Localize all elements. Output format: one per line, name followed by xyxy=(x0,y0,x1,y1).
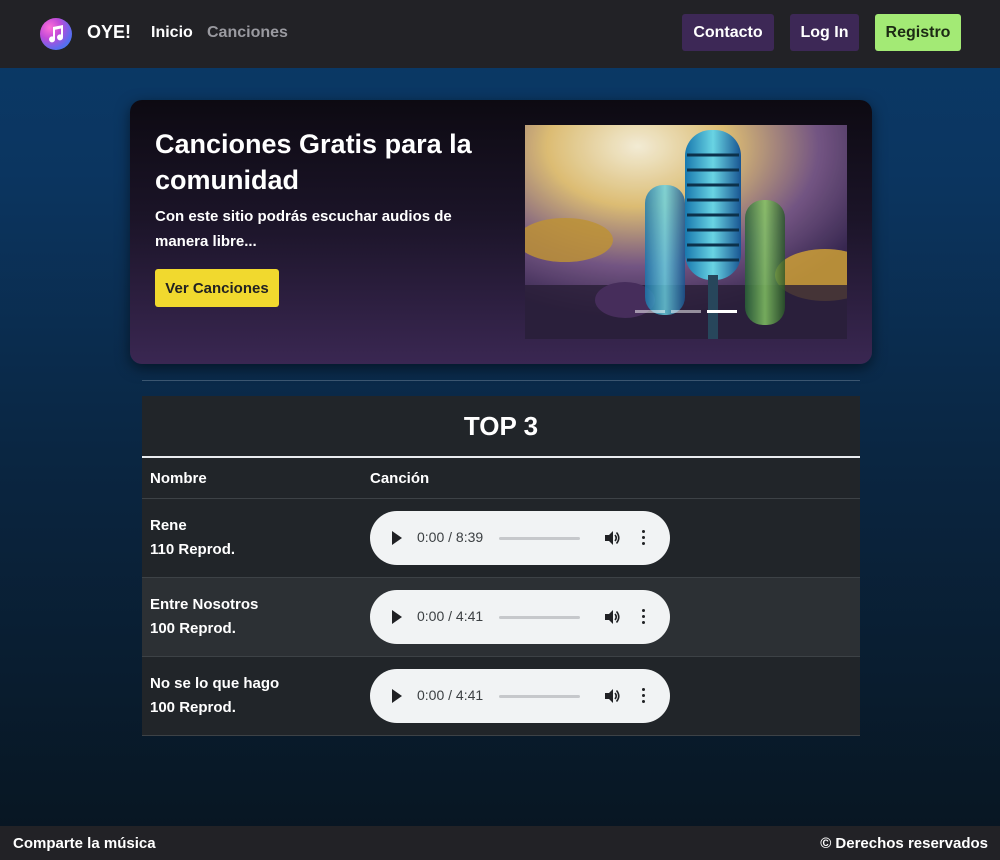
top-songs-table: TOP 3 Nombre Canción Rene 110 Reprod. 0:… xyxy=(142,396,860,736)
navbar: OYE! Inicio Canciones Contacto Log In Re… xyxy=(0,0,1000,68)
song-name: No se lo que hago xyxy=(150,675,280,692)
music-note-logo-icon[interactable] xyxy=(40,18,72,50)
more-options-icon[interactable] xyxy=(642,688,645,706)
audio-time: 0:00 / 4:41 xyxy=(417,608,484,624)
audio-player[interactable]: 0:00 / 4:41 xyxy=(370,590,670,644)
volume-icon[interactable] xyxy=(603,608,621,626)
carousel-indicator-3[interactable] xyxy=(707,310,737,313)
volume-icon[interactable] xyxy=(603,687,621,705)
hero-title: Canciones Gratis para la comunidad xyxy=(155,129,472,195)
nav-link-inicio[interactable]: Inicio xyxy=(151,24,193,42)
audio-progress-track[interactable] xyxy=(499,695,580,698)
section-divider xyxy=(142,380,860,381)
login-button[interactable]: Log In xyxy=(790,14,859,51)
audio-player[interactable]: 0:00 / 8:39 xyxy=(370,511,670,565)
more-options-icon[interactable] xyxy=(642,609,645,627)
play-icon[interactable] xyxy=(392,689,402,703)
header-nombre: Nombre xyxy=(150,469,207,487)
play-icon[interactable] xyxy=(392,610,402,624)
more-options-icon[interactable] xyxy=(642,530,645,548)
footer-tagline: Comparte la música xyxy=(13,834,156,852)
song-info: No se lo que hago 100 Reprod. xyxy=(142,672,370,720)
volume-icon[interactable] xyxy=(603,529,621,547)
play-count: 110 Reprod. xyxy=(150,541,236,558)
registro-button[interactable]: Registro xyxy=(875,14,961,51)
footer: Comparte la música © Derechos reservados xyxy=(0,826,1000,860)
play-count: 100 Reprod. xyxy=(150,620,236,637)
audio-time: 0:00 / 4:41 xyxy=(417,687,484,703)
table-header: Nombre Canción xyxy=(142,458,860,499)
table-row: Entre Nosotros 100 Reprod. 0:00 / 4:41 xyxy=(142,578,860,657)
carousel-indicator-2[interactable] xyxy=(671,310,701,313)
song-name: Rene xyxy=(150,517,187,534)
brand-name[interactable]: OYE! xyxy=(87,22,131,43)
audio-player[interactable]: 0:00 / 4:41 xyxy=(370,669,670,723)
song-info: Entre Nosotros 100 Reprod. xyxy=(142,593,370,641)
header-cancion: Canción xyxy=(370,469,430,487)
microphone-stage-image xyxy=(525,125,847,339)
hero-carousel[interactable] xyxy=(525,125,847,339)
play-count: 100 Reprod. xyxy=(150,699,236,716)
footer-copyright: © Derechos reservados xyxy=(820,834,988,852)
song-name: Entre Nosotros xyxy=(150,596,259,613)
contacto-button[interactable]: Contacto xyxy=(682,14,774,51)
carousel-indicator-1[interactable] xyxy=(635,310,665,313)
song-info: Rene 110 Reprod. xyxy=(142,514,370,562)
audio-progress-track[interactable] xyxy=(499,616,580,619)
audio-time: 0:00 / 8:39 xyxy=(417,529,484,545)
hero-banner: Canciones Gratis para la comunidad Con e… xyxy=(130,100,872,364)
hero-subtitle: Con este sitio podrás escuchar audios de… xyxy=(155,208,452,250)
table-row: Rene 110 Reprod. 0:00 / 8:39 xyxy=(142,499,860,578)
nav-link-canciones[interactable]: Canciones xyxy=(207,24,288,42)
audio-progress-track[interactable] xyxy=(499,537,580,540)
ver-canciones-button[interactable]: Ver Canciones xyxy=(155,269,279,307)
table-row: No se lo que hago 100 Reprod. 0:00 / 4:4… xyxy=(142,657,860,736)
table-title: TOP 3 xyxy=(142,396,860,458)
play-icon[interactable] xyxy=(392,531,402,545)
